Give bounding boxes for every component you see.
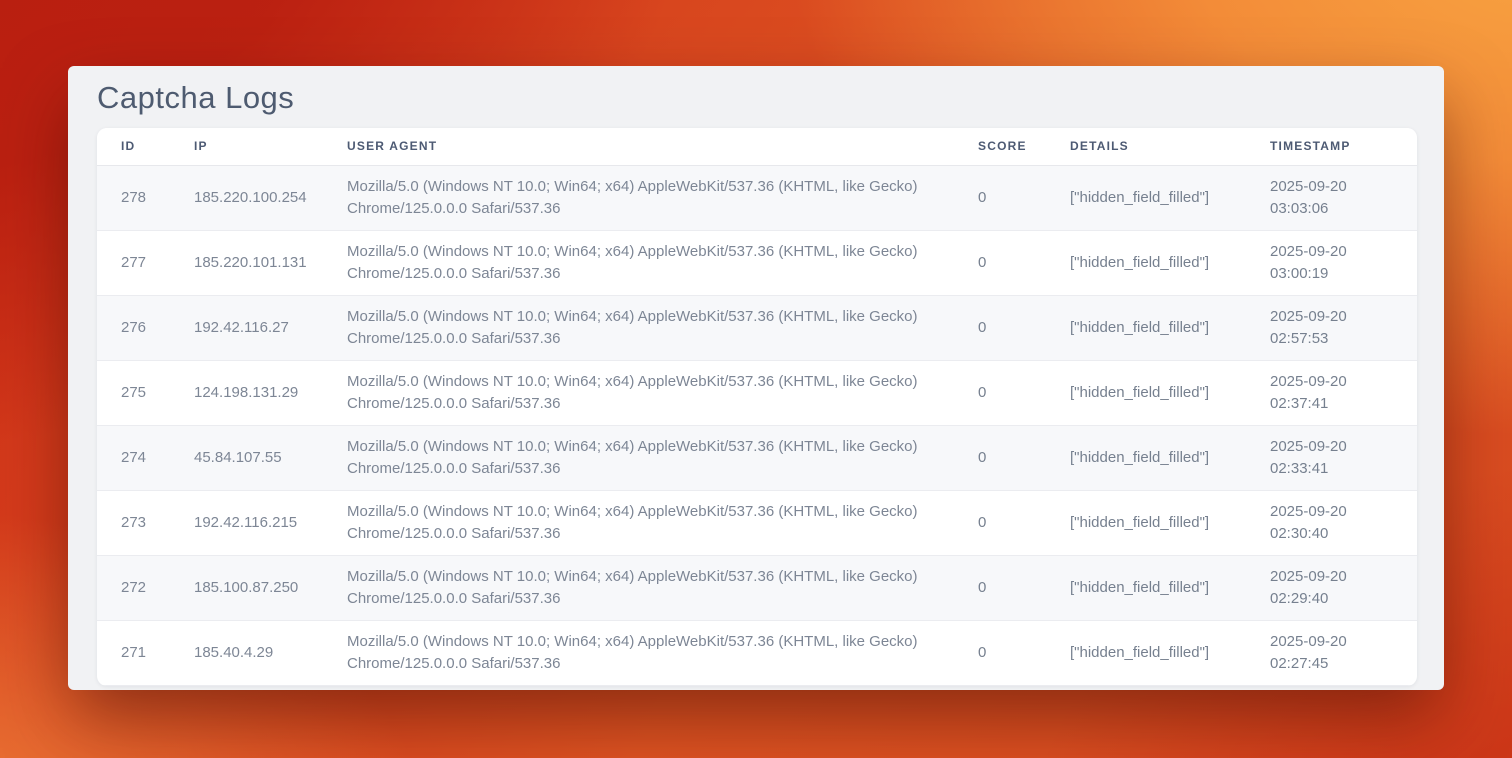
cell-score: 0 xyxy=(954,166,1046,231)
cell-ip: 192.42.116.27 xyxy=(170,296,323,361)
column-header-id: ID xyxy=(97,128,170,166)
cell-details: ["hidden_field_filled"] xyxy=(1046,556,1246,621)
cell-id: 273 xyxy=(97,491,170,556)
cell-timestamp: 2025-09-20 03:03:06 xyxy=(1246,166,1417,231)
cell-timestamp: 2025-09-20 02:29:40 xyxy=(1246,556,1417,621)
cell-id: 274 xyxy=(97,426,170,491)
cell-user-agent: Mozilla/5.0 (Windows NT 10.0; Win64; x64… xyxy=(323,296,954,361)
cell-score: 0 xyxy=(954,621,1046,686)
column-header-user-agent: USER AGENT xyxy=(323,128,954,166)
cell-timestamp: 2025-09-20 03:00:19 xyxy=(1246,231,1417,296)
cell-ip: 185.220.101.131 xyxy=(170,231,323,296)
cell-score: 0 xyxy=(954,556,1046,621)
cell-user-agent: Mozilla/5.0 (Windows NT 10.0; Win64; x64… xyxy=(323,166,954,231)
cell-score: 0 xyxy=(954,296,1046,361)
column-header-details: DETAILS xyxy=(1046,128,1246,166)
cell-timestamp: 2025-09-20 02:30:40 xyxy=(1246,491,1417,556)
cell-ip: 185.40.4.29 xyxy=(170,621,323,686)
column-header-ip: IP xyxy=(170,128,323,166)
table-row: 27445.84.107.55Mozilla/5.0 (Windows NT 1… xyxy=(97,426,1417,491)
cell-timestamp: 2025-09-20 02:37:41 xyxy=(1246,361,1417,426)
cell-ip: 124.198.131.29 xyxy=(170,361,323,426)
table-row: 276192.42.116.27Mozilla/5.0 (Windows NT … xyxy=(97,296,1417,361)
cell-ip: 185.100.87.250 xyxy=(170,556,323,621)
cell-details: ["hidden_field_filled"] xyxy=(1046,231,1246,296)
column-header-timestamp: TIMESTAMP xyxy=(1246,128,1417,166)
cell-id: 278 xyxy=(97,166,170,231)
logs-table-header: ID IP USER AGENT SCORE DETAILS TIMESTAMP xyxy=(97,128,1417,166)
cell-id: 272 xyxy=(97,556,170,621)
page-background: Captcha Logs ID IP USER AGENT SCORE xyxy=(0,0,1512,758)
cell-details: ["hidden_field_filled"] xyxy=(1046,491,1246,556)
table-row: 277185.220.101.131Mozilla/5.0 (Windows N… xyxy=(97,231,1417,296)
cell-score: 0 xyxy=(954,426,1046,491)
cell-timestamp: 2025-09-20 02:33:41 xyxy=(1246,426,1417,491)
cell-score: 0 xyxy=(954,361,1046,426)
cell-user-agent: Mozilla/5.0 (Windows NT 10.0; Win64; x64… xyxy=(323,491,954,556)
cell-user-agent: Mozilla/5.0 (Windows NT 10.0; Win64; x64… xyxy=(323,361,954,426)
cell-details: ["hidden_field_filled"] xyxy=(1046,166,1246,231)
cell-user-agent: Mozilla/5.0 (Windows NT 10.0; Win64; x64… xyxy=(323,621,954,686)
cell-timestamp: 2025-09-20 02:27:45 xyxy=(1246,621,1417,686)
logs-table-grid: ID IP USER AGENT SCORE DETAILS TIMESTAMP… xyxy=(97,128,1417,686)
cell-details: ["hidden_field_filled"] xyxy=(1046,361,1246,426)
table-row: 278185.220.100.254Mozilla/5.0 (Windows N… xyxy=(97,166,1417,231)
cell-details: ["hidden_field_filled"] xyxy=(1046,296,1246,361)
cell-details: ["hidden_field_filled"] xyxy=(1046,621,1246,686)
logs-table-body: 278185.220.100.254Mozilla/5.0 (Windows N… xyxy=(97,166,1417,686)
table-row: 272185.100.87.250Mozilla/5.0 (Windows NT… xyxy=(97,556,1417,621)
table-row: 271185.40.4.29Mozilla/5.0 (Windows NT 10… xyxy=(97,621,1417,686)
cell-ip: 45.84.107.55 xyxy=(170,426,323,491)
table-row: 275124.198.131.29Mozilla/5.0 (Windows NT… xyxy=(97,361,1417,426)
cell-id: 275 xyxy=(97,361,170,426)
table-row: 273192.42.116.215Mozilla/5.0 (Windows NT… xyxy=(97,491,1417,556)
cell-score: 0 xyxy=(954,231,1046,296)
captcha-logs-card: Captcha Logs ID IP USER AGENT SCORE xyxy=(68,66,1444,690)
page-title: Captcha Logs xyxy=(97,80,1417,116)
column-header-score: SCORE xyxy=(954,128,1046,166)
logs-table: ID IP USER AGENT SCORE DETAILS TIMESTAMP… xyxy=(97,128,1417,686)
cell-user-agent: Mozilla/5.0 (Windows NT 10.0; Win64; x64… xyxy=(323,231,954,296)
cell-user-agent: Mozilla/5.0 (Windows NT 10.0; Win64; x64… xyxy=(323,556,954,621)
cell-id: 277 xyxy=(97,231,170,296)
cell-details: ["hidden_field_filled"] xyxy=(1046,426,1246,491)
cell-ip: 192.42.116.215 xyxy=(170,491,323,556)
cell-id: 276 xyxy=(97,296,170,361)
header-row: ID IP USER AGENT SCORE DETAILS TIMESTAMP xyxy=(97,128,1417,166)
cell-score: 0 xyxy=(954,491,1046,556)
cell-ip: 185.220.100.254 xyxy=(170,166,323,231)
cell-timestamp: 2025-09-20 02:57:53 xyxy=(1246,296,1417,361)
cell-user-agent: Mozilla/5.0 (Windows NT 10.0; Win64; x64… xyxy=(323,426,954,491)
cell-id: 271 xyxy=(97,621,170,686)
